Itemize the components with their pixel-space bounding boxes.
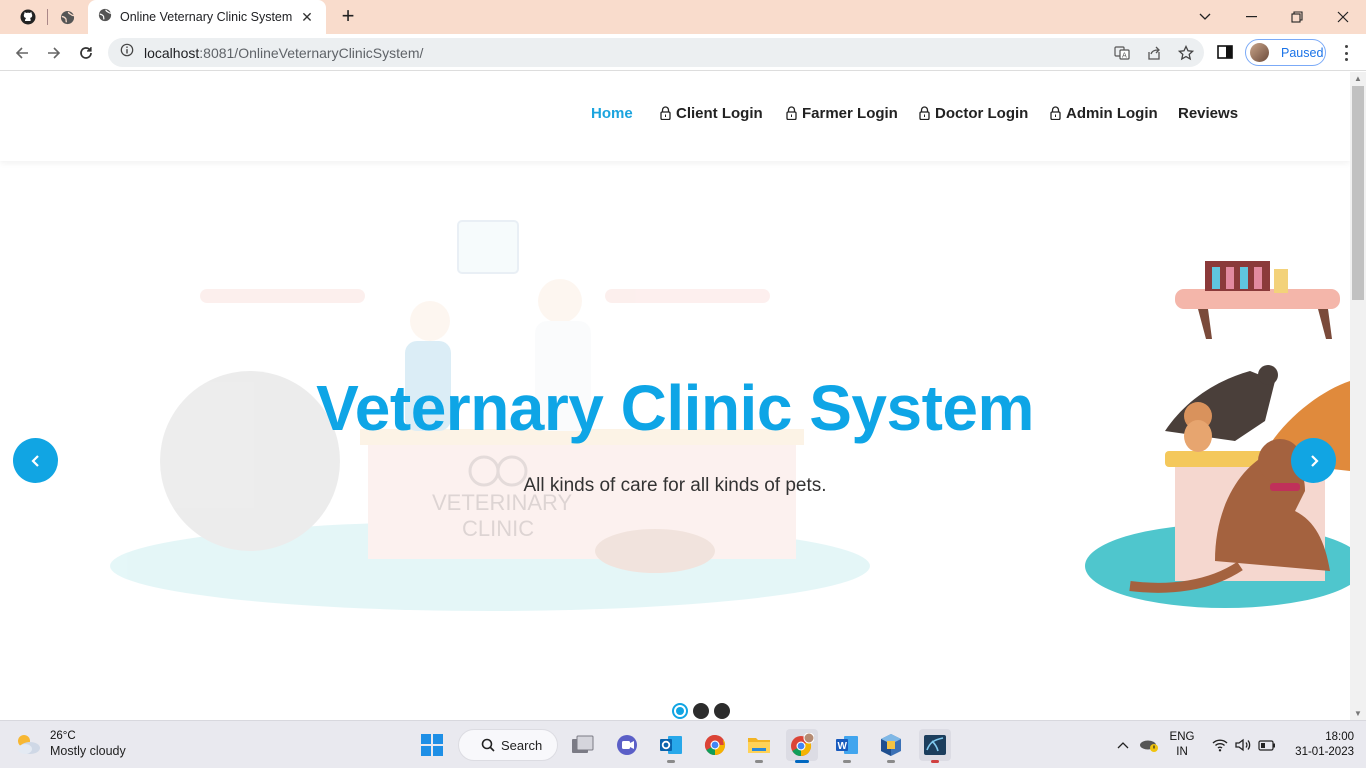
mysql-workbench-icon[interactable]: [919, 729, 951, 763]
side-panel-icon[interactable]: [1216, 43, 1236, 63]
profile-status: Paused: [1281, 45, 1324, 60]
virtualbox-icon[interactable]: [875, 729, 907, 763]
weather-desc: Mostly cloudy: [50, 744, 126, 758]
wifi-icon[interactable]: [1210, 721, 1230, 769]
share-icon[interactable]: [1144, 43, 1164, 63]
nav-home[interactable]: Home: [591, 103, 633, 123]
chevron-up-icon[interactable]: [1114, 721, 1132, 769]
globe-icon[interactable]: [57, 7, 77, 27]
carousel-dot-2[interactable]: [693, 703, 709, 719]
system-clock[interactable]: 18:00 31-01-2023: [1288, 730, 1354, 760]
page-viewport: Home Client Login Farmer Login Doctor Lo…: [0, 72, 1350, 720]
lock-icon: [919, 106, 930, 120]
globe-icon: [98, 8, 112, 27]
file-explorer-icon[interactable]: [743, 729, 775, 763]
teams-icon[interactable]: [611, 729, 643, 761]
github-icon[interactable]: [18, 7, 38, 27]
lock-icon: [786, 106, 797, 120]
close-window-button[interactable]: [1320, 0, 1366, 34]
svg-text:W: W: [838, 741, 848, 752]
tab-title: Online Veternary Clinic System: [120, 10, 293, 24]
search-label: Search: [501, 737, 543, 753]
taskbar-search[interactable]: Search: [458, 729, 558, 761]
nav-farmer-login[interactable]: Farmer Login: [786, 103, 898, 123]
running-indicator: [755, 760, 763, 763]
volume-icon[interactable]: [1233, 721, 1253, 769]
minimize-button[interactable]: [1228, 0, 1274, 34]
battery-icon[interactable]: [1256, 721, 1278, 769]
outlook-icon[interactable]: [655, 729, 687, 763]
profile-button[interactable]: Paused: [1245, 39, 1326, 66]
cloudy-weather-icon: [18, 735, 40, 754]
scroll-up-icon[interactable]: ▲: [1354, 74, 1362, 83]
restore-button[interactable]: [1274, 0, 1320, 34]
hero-subtitle: All kinds of care for all kinds of pets.: [523, 475, 827, 496]
reload-button[interactable]: [74, 41, 98, 65]
browser-tab-bar: Online Veternary Clinic System ✕ +: [0, 0, 1366, 34]
running-indicator: [887, 760, 895, 763]
scroll-down-icon[interactable]: ▼: [1354, 709, 1362, 718]
lock-icon: [1050, 106, 1061, 120]
site-info-icon[interactable]: [120, 43, 134, 62]
svg-text:CLINIC: CLINIC: [462, 516, 534, 541]
chevron-left-icon: [30, 454, 39, 467]
weather-widget[interactable]: 26°C Mostly cloudy: [14, 729, 126, 759]
language-indicator[interactable]: ENG IN: [1168, 730, 1196, 760]
menu-kebab-icon[interactable]: [1338, 43, 1354, 63]
windows-taskbar: 26°C Mostly cloudy Search W ENG IN 18:00…: [0, 720, 1366, 768]
forward-button[interactable]: [42, 41, 66, 65]
nav-doctor-login[interactable]: Doctor Login: [919, 103, 1028, 123]
translate-icon[interactable]: A: [1112, 43, 1132, 63]
nav-admin-login[interactable]: Admin Login: [1050, 103, 1158, 123]
nav-client-login[interactable]: Client Login: [660, 103, 763, 123]
weather-temp: 26°C: [50, 730, 76, 742]
search-icon: [481, 738, 495, 752]
running-indicator: [795, 760, 809, 763]
tab-active[interactable]: Online Veternary Clinic System ✕: [88, 0, 326, 34]
new-tab-button[interactable]: +: [336, 5, 360, 29]
close-tab-icon[interactable]: ✕: [298, 9, 316, 26]
lock-icon: [660, 106, 671, 120]
carousel-indicators: [672, 703, 730, 719]
nav-reviews[interactable]: Reviews: [1178, 103, 1238, 123]
scrollbar-thumb[interactable]: [1352, 86, 1364, 300]
chevron-right-icon: [1310, 454, 1319, 467]
back-button[interactable]: [10, 41, 34, 65]
carousel-next-button[interactable]: [1291, 438, 1336, 483]
windows-start-icon[interactable]: [416, 729, 448, 761]
running-indicator: [931, 760, 939, 763]
carousel-dot-3[interactable]: [714, 703, 730, 719]
tab-separator: [47, 9, 48, 25]
page-scrollbar[interactable]: ▲ ▼: [1350, 72, 1366, 720]
omnibox[interactable]: localhost:8081/OnlineVeternaryClinicSyst…: [108, 38, 1204, 67]
avatar: [1250, 43, 1269, 62]
site-navbar: Home Client Login Farmer Login Doctor Lo…: [0, 72, 1350, 161]
tab-search-icon[interactable]: [1182, 0, 1228, 34]
chrome-profile-icon[interactable]: [786, 729, 818, 763]
chrome-icon[interactable]: [699, 729, 731, 761]
hero-title: Veternary Clinic System: [316, 372, 1034, 444]
task-view-icon[interactable]: [567, 729, 599, 761]
hero-carousel: VETERINARY CLINIC Veternary Clinic Syste…: [0, 161, 1350, 720]
running-indicator: [843, 760, 851, 763]
carousel-prev-button[interactable]: [13, 438, 58, 483]
running-indicator: [667, 760, 675, 763]
address-toolbar: localhost:8081/OnlineVeternaryClinicSyst…: [0, 34, 1366, 71]
carousel-dot-1[interactable]: [672, 703, 688, 719]
bookmark-star-icon[interactable]: [1176, 43, 1196, 63]
svg-text:A: A: [1122, 52, 1127, 60]
onedrive-warning-icon[interactable]: [1138, 721, 1160, 769]
word-icon[interactable]: W: [831, 729, 863, 763]
url-text[interactable]: localhost:8081/OnlineVeternaryClinicSyst…: [144, 45, 423, 61]
